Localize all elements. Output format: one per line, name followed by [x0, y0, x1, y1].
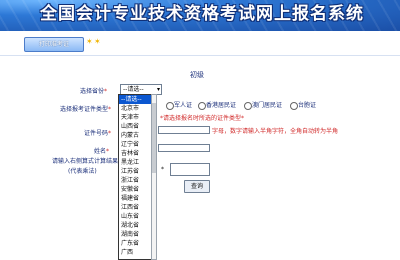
section-title: 初级 — [190, 71, 204, 79]
cert-number-label: 证件号码* — [84, 130, 112, 137]
cert-number-input[interactable] — [158, 126, 210, 134]
province-option[interactable]: 黑龙江 — [119, 158, 151, 167]
province-option[interactable]: 吉林省 — [119, 149, 151, 158]
cert-type-option-label: 台胞证 — [298, 102, 317, 109]
cert-number-hint: 字母，数字请输入半角字符，全角自动转为半角 — [212, 128, 339, 135]
province-option[interactable]: 广西 — [119, 248, 151, 257]
province-option[interactable]: 湖北省 — [119, 221, 151, 230]
province-option[interactable]: 辽宁省 — [119, 140, 151, 149]
name-input[interactable] — [158, 144, 210, 152]
chevron-down-icon[interactable]: ▾ — [157, 85, 160, 94]
cert-type-option-label: 军人证 — [174, 102, 193, 109]
captcha-input[interactable] — [170, 163, 210, 176]
province-option[interactable]: 湖南省 — [119, 230, 151, 239]
cert-type-radio[interactable] — [244, 102, 252, 110]
province-option[interactable]: 浙江省 — [119, 176, 151, 185]
query-button[interactable]: 查询 — [184, 180, 210, 193]
province-option[interactable]: 内蒙古 — [119, 131, 151, 140]
print-admission-ticket-tab[interactable]: 打印准考证 — [24, 37, 84, 52]
name-label: 姓名* — [94, 148, 110, 155]
star-icon: ✶ — [94, 37, 101, 46]
scrollbar-thumb[interactable] — [152, 103, 156, 173]
cert-type-label: 选择报考证件类型* — [60, 106, 112, 113]
star-icon: ✶ — [86, 37, 93, 46]
province-option[interactable]: 安徽省 — [119, 185, 151, 194]
captcha-required-mark: * — [161, 166, 164, 173]
cert-type-option-label: 澳门居民证 — [252, 102, 283, 109]
province-option[interactable]: 江苏省 — [119, 167, 151, 176]
cert-type-notice: *请选择报名时所选的证件类型* — [160, 115, 245, 122]
province-option[interactable]: --请选-- — [119, 95, 151, 104]
province-option[interactable]: 山西省 — [119, 122, 151, 131]
captcha-label-hint: (代表乘法) — [68, 168, 97, 175]
province-label: 选择省份* — [80, 88, 108, 95]
province-option[interactable]: 广东省 — [119, 239, 151, 248]
province-dropdown-list[interactable]: --请选-- 北京市 天津市 山西省 内蒙古 辽宁省 吉林省 黑龙江 江苏省 浙… — [118, 94, 152, 260]
province-option[interactable]: 福建省 — [119, 194, 151, 203]
toolbar-divider — [0, 55, 400, 56]
header-banner: 全国会计专业技术资格考试网上报名系统 — [0, 0, 400, 31]
province-option[interactable]: 天津市 — [119, 113, 151, 122]
province-option[interactable]: 江西省 — [119, 203, 151, 212]
cert-type-radio[interactable] — [198, 102, 206, 110]
app-title: 全国会计专业技术资格考试网上报名系统 — [40, 4, 364, 24]
cert-type-radio[interactable] — [290, 102, 298, 110]
province-select-value: --请选-- — [123, 86, 144, 93]
cert-type-option-label: 香港居民证 — [206, 102, 237, 109]
dropdown-scrollbar[interactable] — [151, 94, 157, 260]
province-option[interactable]: 山东省 — [119, 212, 151, 221]
captcha-label: 请输入右侧算式计算结果 — [52, 158, 119, 165]
cert-type-radio[interactable] — [166, 102, 174, 110]
province-option[interactable]: 北京市 — [119, 104, 151, 113]
